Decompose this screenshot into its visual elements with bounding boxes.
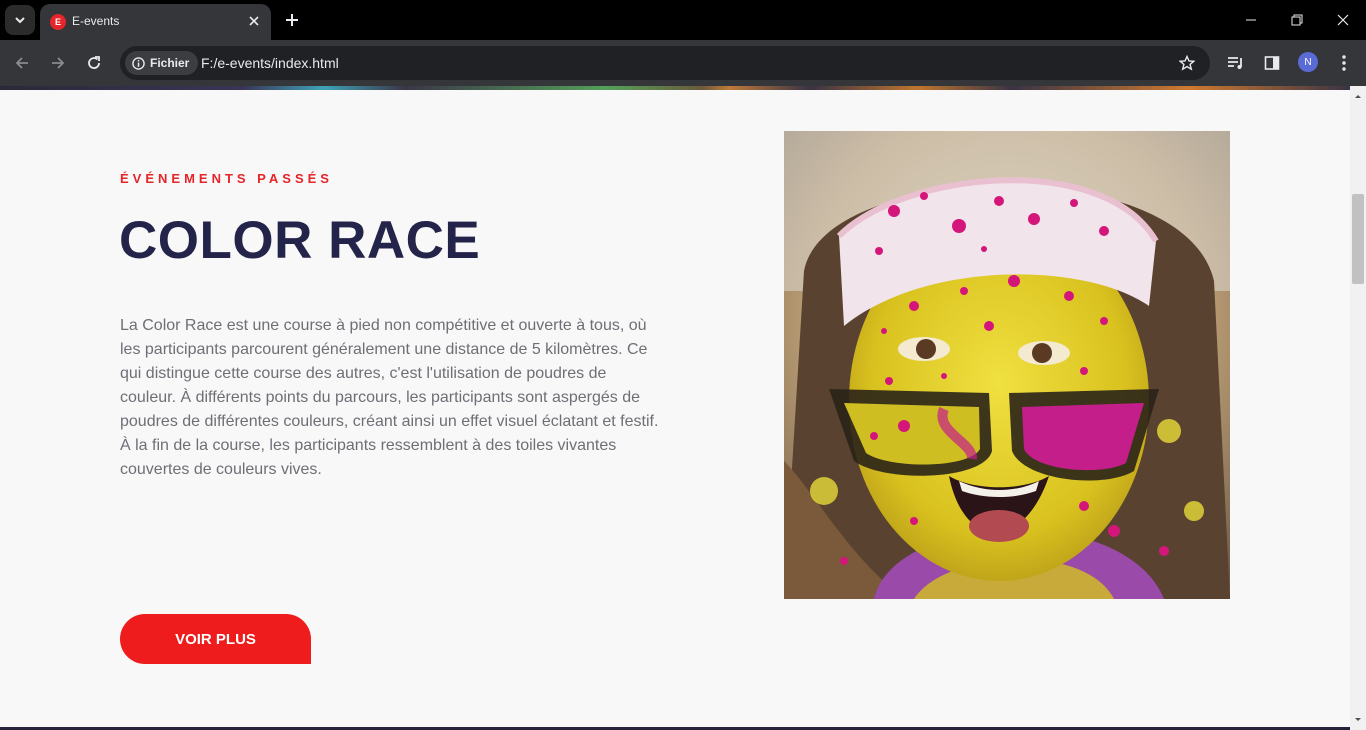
side-panel-button[interactable] [1260, 51, 1284, 75]
page-content: ÉVÉNEMENTS PASSÉS COLOR RACE La Color Ra… [0, 86, 1350, 730]
browser-tab[interactable]: E E-events [40, 4, 271, 40]
more-vertical-icon [1342, 55, 1346, 71]
address-bar[interactable]: Fichier F:/e-events/index.html [120, 46, 1210, 80]
new-tab-button[interactable] [281, 9, 303, 31]
menu-button[interactable] [1332, 51, 1356, 75]
favicon-icon: E [50, 14, 66, 30]
section-title: COLOR RACE [119, 211, 481, 270]
restore-icon [1291, 14, 1303, 26]
color-race-photo [784, 131, 1230, 599]
close-icon [1337, 14, 1349, 26]
close-window-button[interactable] [1320, 0, 1366, 40]
minimize-button[interactable] [1228, 0, 1274, 40]
info-icon [132, 56, 145, 70]
site-info-chip[interactable]: Fichier [125, 51, 199, 75]
tab-search-button[interactable] [5, 5, 35, 35]
media-control-button[interactable] [1224, 51, 1248, 75]
scroll-down-icon [1355, 718, 1361, 721]
voir-plus-button[interactable]: VOIR PLUS [120, 614, 311, 664]
side-panel-icon [1264, 56, 1280, 70]
section-eyebrow: ÉVÉNEMENTS PASSÉS [120, 171, 333, 186]
profile-avatar[interactable]: N [1298, 52, 1318, 72]
arrow-right-icon [52, 57, 65, 69]
scroll-up-icon [1355, 95, 1361, 98]
color-race-image [784, 131, 1230, 599]
plus-icon [286, 14, 298, 26]
previous-section-edge [0, 86, 1350, 90]
restore-button[interactable] [1274, 0, 1320, 40]
url-text[interactable]: F:/e-events/index.html [201, 55, 339, 71]
tab-strip: E E-events [0, 0, 1366, 40]
chip-label: Fichier [150, 56, 190, 70]
close-icon [249, 16, 259, 26]
tab-title: E-events [72, 14, 120, 28]
playlist-icon [1228, 57, 1242, 69]
minimize-icon [1246, 19, 1256, 21]
chevron-down-icon [15, 17, 25, 24]
reload-button[interactable] [82, 51, 106, 75]
section-description: La Color Race est une course à pied non … [120, 317, 659, 478]
page-scrollbar[interactable] [1350, 86, 1366, 730]
forward-button[interactable] [46, 51, 70, 75]
tab-close-button[interactable] [245, 12, 263, 30]
reload-icon [88, 56, 100, 69]
scrollbar-thumb[interactable] [1352, 194, 1364, 284]
browser-toolbar: Fichier F:/e-events/index.html N [0, 40, 1366, 86]
back-button[interactable] [10, 51, 34, 75]
star-icon [1179, 55, 1195, 71]
bookmark-button[interactable] [1178, 54, 1196, 72]
arrow-left-icon [15, 57, 28, 69]
